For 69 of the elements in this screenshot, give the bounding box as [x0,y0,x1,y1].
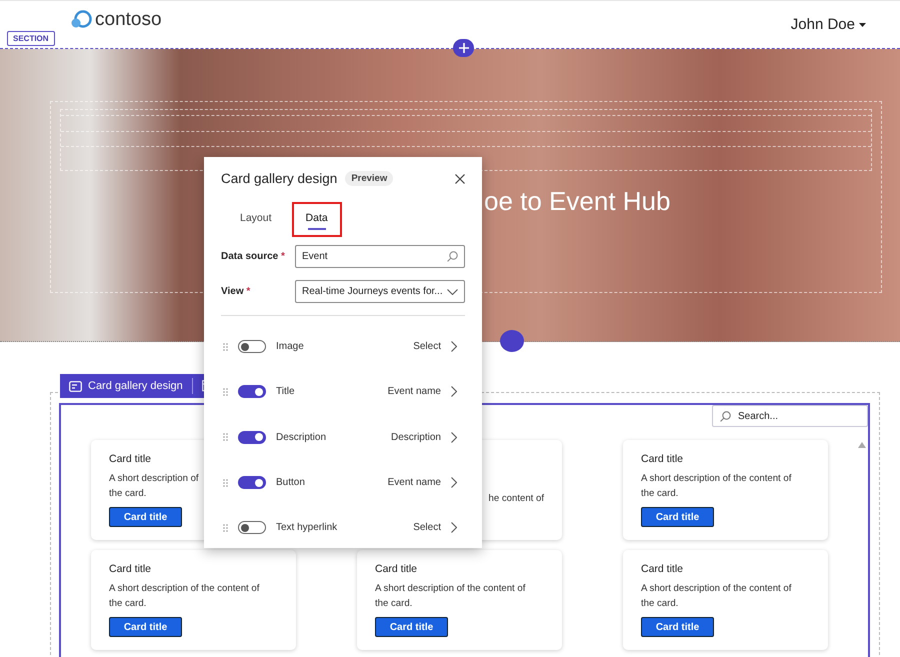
logo-icon [70,10,92,30]
add-section-button[interactable] [453,39,474,57]
tab[interactable]: Layout [226,202,286,237]
card-description: A short description of the content of [641,582,792,596]
caret-icon [859,22,866,26]
property-value-link[interactable]: Event name [388,477,457,488]
user-menu[interactable]: John Doe [790,16,866,33]
card-description: the card. [641,597,678,611]
property-name: Text hyperlink [276,522,338,534]
card-button[interactable]: Card title [375,617,448,637]
card-title: Card title [375,563,418,575]
drag-handle-icon[interactable] [223,524,228,532]
data-source-field[interactable]: Event [295,245,465,268]
card-description: the card. [109,487,146,501]
toggle-switch[interactable] [238,385,266,398]
section-label: SECTION [7,31,55,46]
card-button[interactable]: Card title [641,617,714,637]
property-name: Description [276,432,326,443]
field-label: View * [221,286,252,297]
card-description: A short description of the content of [109,582,260,596]
tab[interactable]: Data [292,202,342,237]
chevron-right-icon [451,522,457,534]
property-name: Title [276,386,295,398]
card-description: A short description of the content of [641,472,792,486]
card-button[interactable]: Card title [641,507,714,527]
search-icon [720,411,731,422]
property-value-link[interactable]: Select [413,341,457,352]
resize-handle[interactable] [500,330,524,352]
drag-handle-icon[interactable] [223,478,228,487]
drag-handle-icon[interactable] [223,388,228,396]
dialog-title: Card gallery design [221,171,338,186]
toggle-switch[interactable] [238,476,266,490]
card-title: Card title [109,563,152,575]
search-field[interactable]: Search... [712,405,868,427]
logo-text[interactable]: contoso [95,8,162,30]
toggle-switch[interactable] [238,340,266,354]
card-description: A short description of [109,472,199,486]
property-value-link[interactable]: Select [413,522,457,534]
card-button[interactable]: Card title [109,617,182,637]
property-name: Image [276,341,304,352]
card-title: Card title [641,453,684,465]
toggle-switch[interactable] [238,521,266,534]
close-button[interactable] [455,174,465,184]
card-button[interactable]: Card title [109,507,182,527]
chevron-right-icon [451,432,457,443]
chevron-right-icon [451,341,457,352]
drag-handle-icon[interactable] [223,342,228,351]
property-value-link[interactable]: Description [390,432,457,443]
card-icon [69,380,82,392]
toggle-switch[interactable] [238,430,266,444]
card-title: Card title [109,453,152,465]
property-name: Button [276,477,305,488]
card-title: Card title [641,563,684,575]
card-description: the card. [109,597,146,611]
search-icon [447,251,458,262]
card-description: he content of [488,492,544,506]
preview-badge: Preview [345,171,394,186]
drag-handle-icon[interactable] [223,433,228,442]
property-value-link[interactable]: Event name [388,386,457,398]
card-description: A short description of the content of [375,582,526,596]
view-dropdown[interactable]: Real-time Journeys events for... [295,280,465,303]
field-label: Data source * [221,251,286,262]
chevron-right-icon [451,477,457,488]
chevron-down-icon [447,288,458,294]
chevron-right-icon [451,386,457,398]
hero-title: oe to Event Hub [484,186,670,217]
plus-icon [458,43,468,53]
card-description: the card. [641,487,678,501]
card-description: the card. [375,597,412,611]
